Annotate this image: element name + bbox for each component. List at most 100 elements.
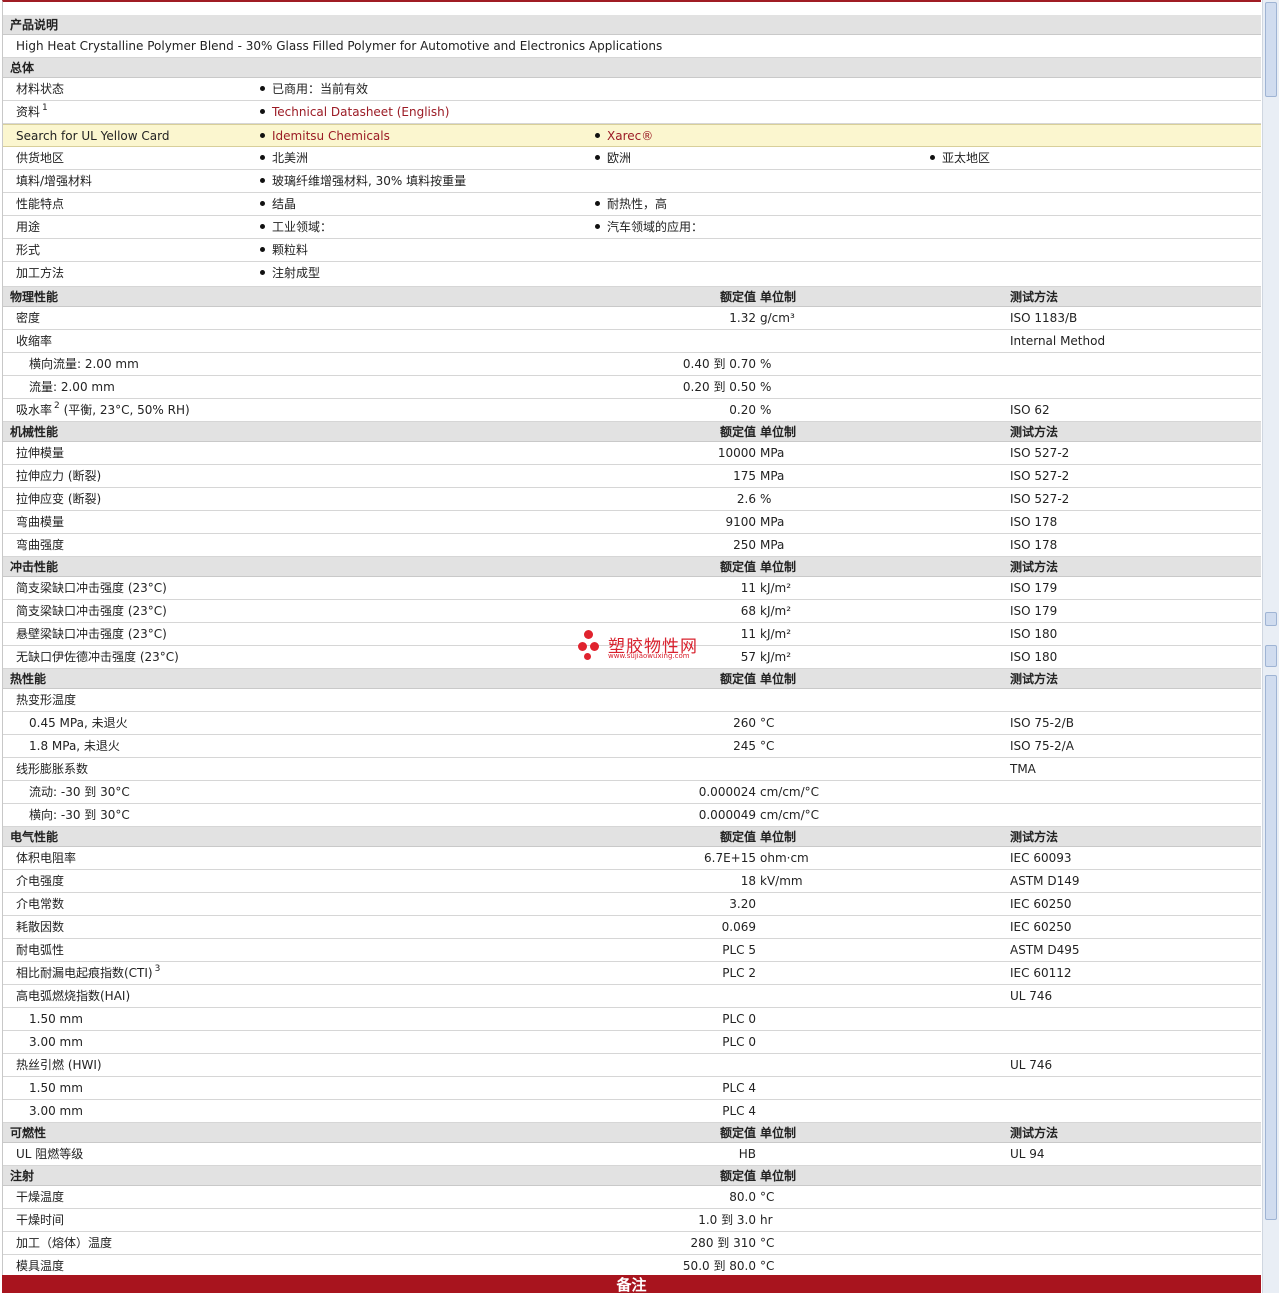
property-value: 6.7E+15 <box>704 851 756 865</box>
list-item: 耐热性，高 <box>595 193 667 215</box>
bullet-icon <box>595 224 600 229</box>
property-value: PLC 2 <box>722 966 756 980</box>
section-header-electrical: 电气性能 额定值 单位制 测试方法 <box>3 827 1261 847</box>
bullet-icon <box>260 178 265 183</box>
table-row: 干燥时间 1.0 到 3.0 hr <box>3 1209 1261 1232</box>
list-item: 工业领域： <box>260 216 332 238</box>
test-method: IEC 60250 <box>1010 920 1072 934</box>
row-label: 填料/增强材料 <box>16 174 93 188</box>
test-method: ISO 179 <box>1010 581 1058 595</box>
test-method: Internal Method <box>1010 334 1106 348</box>
col-unit: 单位制 <box>760 1169 797 1183</box>
property-value: 0.20 到 0.50 <box>682 380 756 394</box>
property-unit: MPa <box>760 469 785 483</box>
col-nominal: 额定值 <box>719 830 756 844</box>
test-method: ISO 1183/B <box>1010 311 1078 325</box>
test-method: ISO 178 <box>1010 538 1058 552</box>
vertical-scrollbar[interactable] <box>1262 0 1279 1293</box>
table-row: 横向流量: 2.00 mm 0.40 到 0.70 % <box>3 353 1261 376</box>
property-value: HB <box>738 1147 756 1161</box>
test-method: IEC 60093 <box>1010 851 1072 865</box>
item-text: 颗粒料 <box>272 243 309 257</box>
col-unit: 单位制 <box>760 290 797 304</box>
col-unit: 单位制 <box>760 830 797 844</box>
section-title: 注射 <box>10 1169 35 1183</box>
scrollbar-thumb[interactable] <box>1265 675 1277 1220</box>
table-row: 简支梁缺口冲击强度 (23°C) 11 kJ/m² ISO 179 <box>3 577 1261 600</box>
table-row: 流量: 2.00 mm 0.20 到 0.50 % <box>3 376 1261 399</box>
idemitsu-link[interactable]: Idemitsu Chemicals <box>272 129 390 143</box>
property-label: 拉伸模量 <box>16 446 65 460</box>
scrollbar-thumb[interactable] <box>1265 2 1277 97</box>
table-row: 线形膨胀系数 TMA <box>3 758 1261 781</box>
table-row: 拉伸应力 (断裂) 175 MPa ISO 527-2 <box>3 465 1261 488</box>
general-row-ul-search: Search for UL Yellow Card Idemitsu Chemi… <box>3 124 1261 147</box>
test-method: ISO 62 <box>1010 403 1050 417</box>
property-value: 2.6 <box>736 492 756 506</box>
property-label: 无缺口伊佐德冲击强度 (23°C) <box>16 650 179 664</box>
section-title: 电气性能 <box>10 830 59 844</box>
col-nominal: 额定值 <box>719 290 756 304</box>
footnote-ref: 1 <box>42 103 48 113</box>
property-unit: ohm·cm <box>760 851 809 865</box>
property-label: 密度 <box>16 311 41 325</box>
item-text: 汽车领域的应用： <box>607 220 704 234</box>
bullet-icon <box>260 86 265 91</box>
item-text: 亚太地区 <box>942 151 991 165</box>
test-method: ASTM D149 <box>1010 874 1080 888</box>
property-label: 弯曲强度 <box>16 538 65 552</box>
list-item: Idemitsu Chemicals <box>260 125 390 147</box>
col-nominal: 额定值 <box>719 1126 756 1140</box>
section-header-impact: 冲击性能 额定值 单位制 测试方法 <box>3 557 1261 577</box>
section-header-general: 总体 <box>3 58 1261 78</box>
table-row: 耐电弧性 PLC 5 ASTM D495 <box>3 939 1261 962</box>
section-header-thermal: 热性能 额定值 单位制 测试方法 <box>3 669 1261 689</box>
property-label: 拉伸应变 (断裂) <box>16 492 102 506</box>
row-label: 形式 <box>16 243 41 257</box>
property-value: 0.000024 <box>698 785 756 799</box>
bullet-icon <box>260 109 265 114</box>
list-item: 已商用：当前有效 <box>260 78 368 100</box>
scrollbar-thumb[interactable] <box>1265 612 1277 626</box>
watermark-url: www.sujiaowuxing.com <box>608 652 690 660</box>
row-label: 材料状态 <box>16 82 65 96</box>
property-unit: cm/cm/°C <box>760 808 820 822</box>
section-title: 总体 <box>10 61 35 75</box>
property-unit: kV/mm <box>760 874 803 888</box>
property-unit: % <box>760 380 772 394</box>
datasheet-link[interactable]: Technical Datasheet (English) <box>272 105 449 119</box>
table-row: 简支梁缺口冲击强度 (23°C) 68 kJ/m² ISO 179 <box>3 600 1261 623</box>
row-label: 资料 1 <box>16 101 48 123</box>
property-unit: MPa <box>760 446 785 460</box>
table-row: 弯曲模量 9100 MPa ISO 178 <box>3 511 1261 534</box>
scrollbar-thumb[interactable] <box>1265 645 1277 667</box>
table-row: 体积电阻率 6.7E+15 ohm·cm IEC 60093 <box>3 847 1261 870</box>
section-title: 机械性能 <box>10 425 59 439</box>
test-method: UL 746 <box>1010 989 1053 1003</box>
property-unit: MPa <box>760 538 785 552</box>
property-label: 3.00 mm <box>29 1104 83 1118</box>
property-value: 0.40 到 0.70 <box>682 357 756 371</box>
list-item: 亚太地区 <box>930 147 990 169</box>
table-row: 3.00 mm PLC 0 <box>3 1031 1261 1054</box>
property-label: 耗散因数 <box>16 920 65 934</box>
col-method: 测试方法 <box>1010 1126 1059 1140</box>
bullet-icon <box>260 133 265 138</box>
table-row: 3.00 mm PLC 4 <box>3 1100 1261 1123</box>
item-text: 结晶 <box>272 197 297 211</box>
list-item: 玻璃纤维增强材料, 30% 填料按重量 <box>260 170 466 192</box>
property-unit: °C <box>760 739 775 753</box>
property-label: 1.50 mm <box>29 1081 83 1095</box>
xarec-link[interactable]: Xarec® <box>607 129 653 143</box>
section-title: 产品说明 <box>10 18 59 32</box>
property-value: 50.0 到 80.0 <box>682 1259 756 1273</box>
item-text: 工业领域： <box>272 220 333 234</box>
row-label: 加工方法 <box>16 266 65 280</box>
property-label: 干燥时间 <box>16 1213 65 1227</box>
table-row: 收缩率 Internal Method <box>3 330 1261 353</box>
property-label: 体积电阻率 <box>16 851 77 865</box>
watermark-logo: 塑胶物性网 www.sujiaowuxing.com <box>578 630 708 664</box>
property-unit: °C <box>760 716 775 730</box>
section-header-description: 产品说明 <box>3 15 1261 35</box>
list-item: 欧洲 <box>595 147 631 169</box>
